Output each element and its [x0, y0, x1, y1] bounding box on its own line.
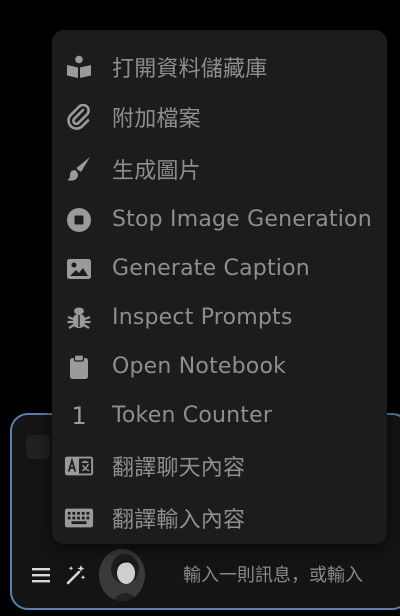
- menu-item-translate-input[interactable]: 翻譯輸入內容: [52, 492, 387, 544]
- menu-item-label: Generate Caption: [112, 256, 310, 281]
- menu-item-translate-chat[interactable]: 翻譯聊天內容: [52, 440, 387, 492]
- paperclip-icon: [64, 102, 94, 132]
- menu-item-generate-caption[interactable]: Generate Caption: [52, 244, 387, 293]
- menu-item-label: 打開資料儲藏庫: [112, 56, 268, 82]
- menu-item-open-data-bank[interactable]: 打開資料儲藏庫: [52, 42, 387, 91]
- menu-item-attach-file[interactable]: 附加檔案: [52, 91, 387, 143]
- avatar-portrait-icon: [99, 549, 145, 601]
- character-avatar[interactable]: [99, 549, 145, 601]
- chat-screen: 打開資料儲藏庫 附加檔案 生成圖片: [0, 0, 400, 616]
- menu-item-token-counter[interactable]: 1 Token Counter: [52, 391, 387, 440]
- clipboard-icon: [64, 352, 94, 382]
- menu-item-label: 翻譯輸入內容: [112, 508, 246, 533]
- options-menu-button[interactable]: [28, 560, 55, 590]
- extensions-popup-menu: 打開資料儲藏庫 附加檔案 生成圖片 Stop Image Generation …: [52, 30, 387, 544]
- menu-item-generate-image[interactable]: 生成圖片: [52, 143, 387, 195]
- number-one-icon: 1: [64, 401, 94, 431]
- book-reader-icon: [64, 52, 94, 82]
- paintbrush-icon: [64, 154, 94, 184]
- menu-item-open-notebook[interactable]: Open Notebook: [52, 342, 387, 391]
- menu-item-label: Token Counter: [112, 403, 273, 428]
- stop-circle-icon: [64, 205, 94, 235]
- extensions-wand-button[interactable]: [63, 560, 90, 590]
- menu-item-label: Inspect Prompts: [112, 305, 293, 330]
- composer-bottom-row: [12, 545, 400, 605]
- menu-item-label: 附加檔案: [112, 107, 201, 132]
- menu-item-label: 生成圖片: [112, 159, 201, 184]
- menu-item-inspect-prompts[interactable]: Inspect Prompts: [52, 293, 387, 342]
- menu-item-label: Stop Image Generation: [112, 207, 372, 232]
- translate-icon: [64, 451, 94, 481]
- keyboard-icon: [64, 503, 94, 533]
- image-icon: [64, 254, 94, 284]
- menu-item-stop-image-generation[interactable]: Stop Image Generation: [52, 195, 387, 244]
- menu-item-label: 翻譯聊天內容: [112, 456, 246, 481]
- hamburger-icon: [32, 568, 51, 583]
- menu-item-label: Open Notebook: [112, 354, 287, 379]
- message-input[interactable]: [183, 564, 400, 586]
- token-counter-glyph: 1: [71, 401, 87, 430]
- magic-wand-icon: [66, 565, 86, 585]
- composer-action-icon: [26, 435, 50, 459]
- bug-icon: [64, 303, 94, 333]
